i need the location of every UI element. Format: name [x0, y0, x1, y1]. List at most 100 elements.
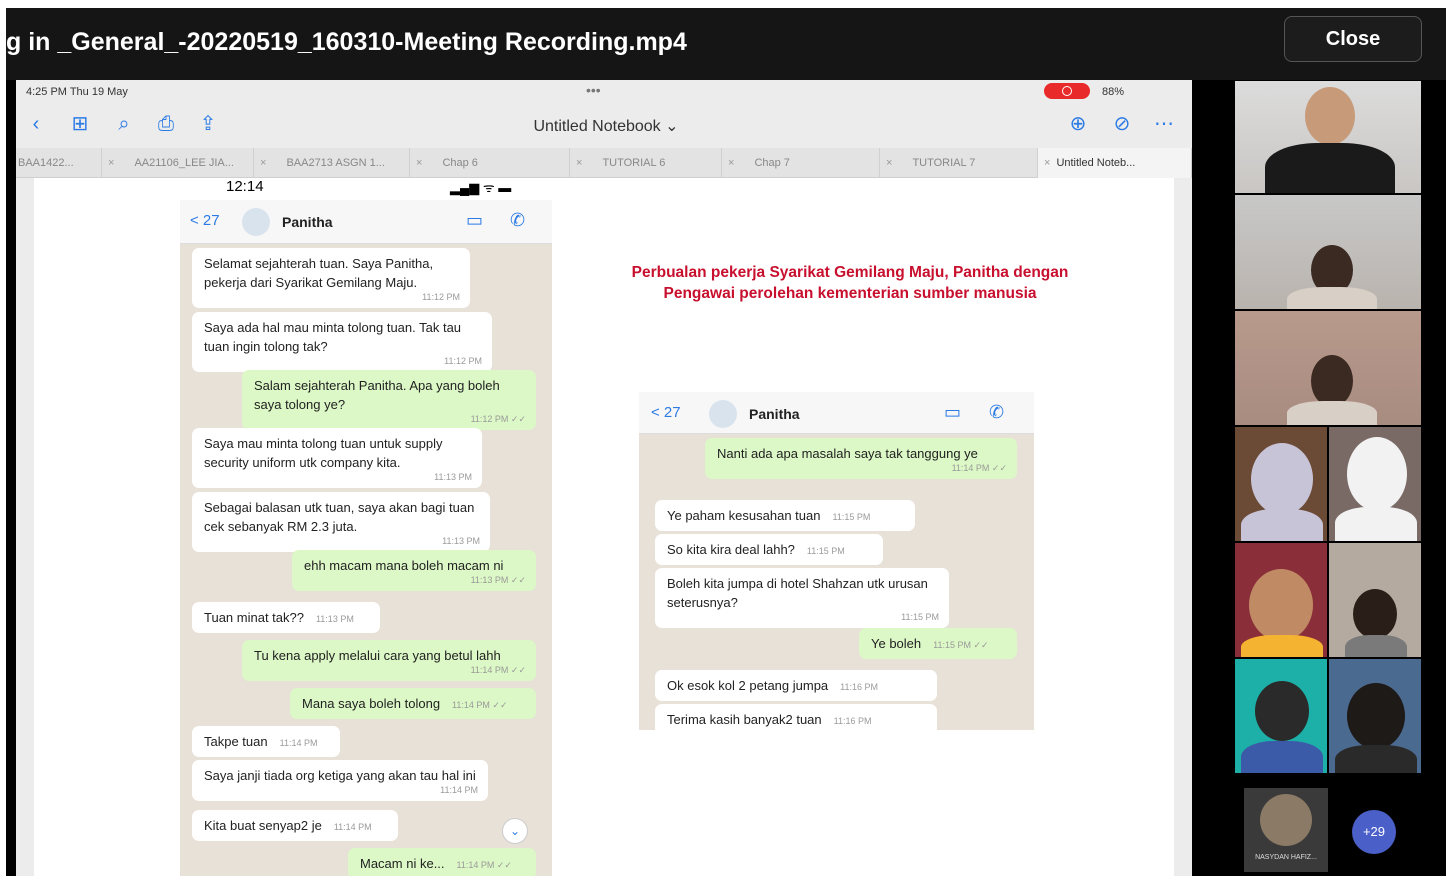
tab-untitled-notebook[interactable]: × Untitled Noteb...	[1038, 148, 1192, 178]
message-text: Selamat sejahterah tuan. Saya Panitha, p…	[204, 256, 434, 290]
search-icon[interactable]: ⌕	[112, 112, 136, 136]
more-icon[interactable]: ⋯	[1152, 112, 1176, 136]
tab-close-icon[interactable]: ×	[886, 157, 892, 169]
message-text: Mana saya boleh tolong	[302, 696, 441, 711]
recording-viewer: g in _General_-20220519_160310-Meeting R…	[0, 0, 1450, 876]
participant-video[interactable]	[1234, 80, 1422, 194]
message-text: Saya mau minta tolong tuan untuk supply …	[204, 436, 443, 470]
message-text: Ye paham kesusahan tuan	[667, 508, 821, 523]
title-bar: g in _General_-20220519_160310-Meeting R…	[6, 8, 1446, 80]
message-time: 11:12 PM	[422, 292, 460, 302]
chat-message: Ye boleh 11:15 PM ✓✓	[859, 628, 1017, 659]
participant-face	[1347, 437, 1407, 511]
participant-video[interactable]	[1234, 310, 1422, 426]
message-time: 11:14 PM ✓✓	[456, 860, 512, 870]
notebook-page[interactable]: 12:14 ▂▄▆ ᯤ ▬ < 27 Panitha ▭ ✆ Selamat s…	[34, 178, 1174, 876]
message-text: Sebagai balasan utk tuan, saya akan bagi…	[204, 500, 475, 534]
message-text: Takpe tuan	[204, 734, 268, 749]
tab-label: Chap 6	[442, 157, 478, 169]
message-time: 11:15 PM	[832, 512, 871, 522]
participant-video[interactable]	[1328, 658, 1422, 774]
more-participants-button[interactable]: +29	[1352, 810, 1396, 854]
participant-photo	[1260, 794, 1312, 846]
participant-video[interactable]	[1234, 542, 1328, 658]
participant-avatar[interactable]: NASYDAN HAFIZ...	[1244, 788, 1328, 872]
chat-message: Sebagai balasan utk tuan, saya akan bagi…	[192, 492, 490, 552]
message-time: 11:15 PM	[806, 546, 845, 556]
contact-avatar	[242, 208, 270, 236]
tab-close-icon[interactable]: ×	[1044, 157, 1050, 169]
participant-video[interactable]	[1234, 426, 1328, 542]
message-text: Ok esok kol 2 petang jumpa	[667, 678, 829, 693]
participant-face	[1347, 683, 1405, 749]
chat-message: Saya ada hal mau minta tolong tuan. Tak …	[192, 312, 492, 372]
message-time: 11:13 PM ✓✓	[470, 575, 526, 585]
ipad-battery: 88%	[1102, 86, 1125, 98]
tab-baa1422[interactable]: BAA1422...	[16, 148, 102, 178]
tab-chap7[interactable]: × Chap 7	[722, 148, 880, 178]
tab-close-icon[interactable]: ×	[260, 157, 266, 169]
shared-screen: 4:25 PM Thu 19 May ••• 88% ‹ ⊞ ⌕ ⎙ ⇪ Unt…	[16, 80, 1192, 876]
tab-close-icon[interactable]: ×	[416, 157, 422, 169]
close-button[interactable]: Close	[1284, 16, 1422, 62]
message-time: 11:16 PM	[840, 682, 879, 692]
notebook-tabs: BAA1422... × AA21106_LEE JIA... × BAA2713 …	[16, 148, 1192, 178]
tab-label: AA21106_LEE JIA...	[134, 157, 234, 169]
contact-name: Panitha	[749, 406, 800, 422]
message-text: Terima kasih banyak2 tuan	[667, 712, 822, 727]
back-chevron-icon[interactable]: ‹	[24, 112, 48, 136]
message-text: Tuan minat tak??	[204, 610, 304, 625]
tab-chap6[interactable]: × Chap 6	[410, 148, 570, 178]
participant-video[interactable]	[1234, 194, 1422, 310]
ipad-multitask-dots: •••	[586, 82, 601, 98]
video-stage[interactable]: 4:25 PM Thu 19 May ••• 88% ‹ ⊞ ⌕ ⎙ ⇪ Unt…	[6, 80, 1446, 876]
chat-message: Macam ni ke... 11:14 PM ✓✓	[348, 848, 536, 876]
grid-icon[interactable]: ⊞	[68, 112, 92, 136]
message-text: Salam sejahterah Panitha. Apa yang boleh…	[254, 378, 500, 412]
message-text: Saya ada hal mau minta tolong tuan. Tak …	[204, 320, 462, 354]
chat-message: Selamat sejahterah tuan. Saya Panitha, p…	[192, 248, 470, 308]
participant-body	[1265, 143, 1395, 193]
chat-message: ehh macam mana boleh macam ni 11:13 PM ✓✓	[292, 550, 536, 591]
message-time: 11:12 PM ✓✓	[470, 414, 526, 424]
participant-face	[1251, 443, 1313, 515]
add-page-icon[interactable]: ⊕	[1066, 112, 1090, 136]
participant-face	[1311, 355, 1353, 407]
message-time: 11:14 PM	[440, 785, 478, 795]
tab-tutorial6[interactable]: × TUTORIAL 6	[570, 148, 722, 178]
participant-video[interactable]	[1328, 426, 1422, 542]
tab-aa21106[interactable]: × AA21106_LEE JIA...	[102, 148, 254, 178]
tab-label: BAA2713 ASGN 1...	[286, 157, 385, 169]
share-icon[interactable]: ⇪	[196, 112, 220, 136]
chat-back-button: < 27	[190, 212, 220, 229]
tab-label: BAA1422...	[18, 157, 74, 169]
bookmark-icon[interactable]: ⎙	[154, 112, 178, 136]
message-text: Nanti ada apa masalah saya tak tanggung …	[717, 446, 978, 461]
tab-close-icon[interactable]: ×	[108, 157, 114, 169]
participant-body	[1241, 635, 1323, 657]
chat-screenshot-2: < 27 Panitha ▭ ✆ Nanti ada apa masalah s…	[639, 392, 1034, 730]
participant-body	[1335, 745, 1417, 773]
chat-back-button: < 27	[651, 404, 681, 421]
participant-body	[1241, 509, 1323, 541]
participant-body	[1241, 741, 1323, 773]
chat-message: Saya janji tiada org ketiga yang akan ta…	[192, 760, 488, 801]
message-time: 11:13 PM	[434, 472, 472, 482]
message-text: Tu kena apply melalui cara yang betul la…	[254, 648, 501, 663]
chat-message: Mana saya boleh tolong 11:14 PM ✓✓	[290, 688, 536, 719]
notebook-title[interactable]: Untitled Notebook ⌄	[506, 116, 706, 136]
tab-label: Untitled Noteb...	[1056, 157, 1136, 169]
chat-message: Nanti ada apa masalah saya tak tanggung …	[705, 438, 1017, 479]
participant-video[interactable]	[1234, 658, 1328, 774]
participant-video[interactable]	[1328, 542, 1422, 658]
tab-tutorial7[interactable]: × TUTORIAL 7	[880, 148, 1038, 178]
chat-message: Salam sejahterah Panitha. Apa yang boleh…	[242, 370, 536, 430]
message-text: Kita buat senyap2 je	[204, 818, 322, 833]
pen-off-icon[interactable]: ⊘	[1110, 112, 1134, 136]
message-time: 11:15 PM ✓✓	[933, 640, 989, 650]
tab-close-icon[interactable]: ×	[728, 157, 734, 169]
tab-close-icon[interactable]: ×	[576, 157, 582, 169]
tab-baa2713[interactable]: × BAA2713 ASGN 1...	[254, 148, 410, 178]
participant-gallery: NASYDAN HAFIZ... +29	[1234, 80, 1422, 876]
message-text: Boleh kita jumpa di hotel Shahzan utk ur…	[667, 576, 928, 610]
